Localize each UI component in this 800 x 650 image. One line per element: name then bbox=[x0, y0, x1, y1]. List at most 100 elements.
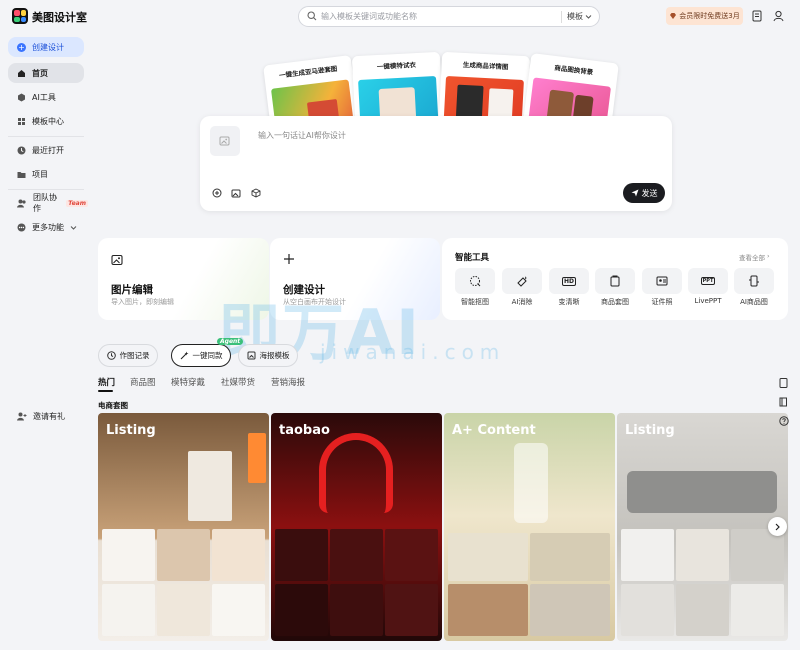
image-add-icon bbox=[219, 135, 231, 147]
create-design-card[interactable]: 创建设计 从空白画布开始设计 bbox=[270, 238, 440, 320]
view-all-link[interactable]: 查看全部 › bbox=[739, 252, 770, 262]
tool-live-ppt[interactable]: PPT LivePPT bbox=[688, 268, 728, 305]
active-tab-indicator bbox=[98, 390, 113, 392]
book-icon[interactable] bbox=[774, 392, 793, 411]
sidebar-item-recent[interactable]: 最近打开 bbox=[8, 140, 84, 160]
sidebar-item-team[interactable]: 团队协作 Team bbox=[8, 193, 88, 213]
gallery-next-button[interactable] bbox=[768, 517, 787, 536]
search-input[interactable] bbox=[321, 10, 551, 23]
template-icon bbox=[17, 117, 26, 126]
chevron-right-icon: › bbox=[767, 252, 770, 260]
image-edit-subtitle: 导入图片，即刻编辑 bbox=[111, 298, 174, 306]
sidebar-divider bbox=[8, 189, 84, 190]
magic-wand-icon bbox=[180, 351, 189, 360]
document-icon[interactable] bbox=[752, 10, 763, 22]
vip-promo-button[interactable]: 会员限时免费送3月 bbox=[666, 7, 743, 25]
hero-card-label: 一键生成亚马逊套图 bbox=[278, 64, 338, 80]
eraser-icon bbox=[502, 268, 542, 294]
poster-icon bbox=[247, 351, 256, 360]
clock-icon bbox=[106, 351, 116, 360]
search-icon bbox=[307, 11, 317, 21]
vip-promo-label: 会员限时免费送3月 bbox=[679, 12, 740, 20]
tool-label: AI消除 bbox=[511, 298, 533, 306]
tool-ai-eraser[interactable]: AI消除 bbox=[502, 268, 542, 307]
template-card-title: Listing bbox=[106, 423, 156, 438]
help-icon[interactable] bbox=[774, 411, 793, 430]
document-icon[interactable] bbox=[774, 373, 793, 392]
tool-label: 智能抠图 bbox=[461, 298, 489, 306]
create-design-title: 创建设计 bbox=[283, 284, 325, 296]
sidebar-item-label: 首页 bbox=[32, 68, 48, 78]
ppt-icon: PPT bbox=[688, 268, 728, 294]
app-name: 美图设计室 bbox=[32, 11, 87, 24]
sidebar-divider bbox=[8, 136, 84, 137]
create-design-subtitle: 从空白画布开始设计 bbox=[283, 298, 346, 306]
sidebar-item-label: 团队协作 bbox=[33, 193, 57, 213]
search-scope-label: 模板 bbox=[567, 12, 583, 21]
send-button[interactable]: 发送 bbox=[623, 183, 665, 203]
tool-label: LivePPT bbox=[694, 297, 722, 305]
image-edit-card[interactable]: 图片编辑 导入图片，即刻编辑 bbox=[98, 238, 269, 320]
template-card[interactable]: A+ Content bbox=[444, 413, 615, 641]
template-card[interactable]: taobao bbox=[271, 413, 442, 641]
create-design-label: 创建设计 bbox=[32, 42, 64, 52]
hero-card-label: 商品图换背景 bbox=[553, 63, 594, 77]
tab-model-wear[interactable]: 模特穿戴 bbox=[171, 376, 205, 388]
template-card-title: A+ Content bbox=[452, 423, 536, 438]
sidebar-item-label: 项目 bbox=[32, 169, 48, 179]
tab-marketing-poster[interactable]: 营销海报 bbox=[271, 376, 305, 388]
tool-product-set[interactable]: 商品套图 bbox=[595, 268, 635, 307]
tab-hot[interactable]: 热门 bbox=[98, 376, 115, 388]
home-icon bbox=[17, 69, 26, 78]
pill-label: 海报模板 bbox=[259, 351, 290, 360]
sidebar-item-more[interactable]: 更多功能 bbox=[8, 217, 84, 237]
search-scope-select[interactable]: 模板 bbox=[567, 11, 592, 22]
chevron-right-icon bbox=[774, 523, 781, 531]
tool-label: 商品套图 bbox=[601, 298, 629, 306]
tool-id-photo[interactable]: 证件照 bbox=[642, 268, 682, 307]
image-edit-title: 图片编辑 bbox=[111, 284, 153, 296]
tool-label: 证件照 bbox=[651, 298, 673, 306]
image-upload-tile[interactable] bbox=[210, 126, 240, 156]
image-icon[interactable] bbox=[231, 188, 241, 198]
add-user-icon bbox=[17, 412, 27, 421]
image-edit-icon bbox=[111, 254, 123, 266]
chevron-down-icon bbox=[585, 13, 592, 20]
id-photo-icon bbox=[642, 268, 682, 294]
agent-badge: Agent bbox=[217, 338, 244, 345]
sidebar-item-invite[interactable]: 邀请有礼 bbox=[8, 406, 84, 426]
team-badge: Team bbox=[66, 199, 88, 207]
sidebar-item-label: AI工具 bbox=[32, 92, 56, 102]
section-title: 电商套图 bbox=[98, 401, 128, 410]
search-bar[interactable]: 模板 bbox=[298, 6, 600, 27]
sidebar-item-label: 模板中心 bbox=[32, 116, 64, 126]
sidebar-item-projects[interactable]: 项目 bbox=[8, 164, 84, 184]
app-logo[interactable] bbox=[12, 8, 28, 24]
tool-ai-product-image[interactable]: AI商品图 bbox=[734, 268, 774, 307]
create-design-button[interactable]: + 创建设计 bbox=[8, 37, 84, 57]
sidebar-item-label: 更多功能 bbox=[32, 222, 64, 232]
ai-prompt-box: 发送 bbox=[200, 116, 672, 211]
cube-icon[interactable] bbox=[251, 188, 261, 198]
sidebar-item-ai-tools[interactable]: AI工具 bbox=[8, 87, 84, 107]
one-click-same-style-button[interactable]: 一键同款 bbox=[171, 344, 231, 367]
diamond-icon bbox=[669, 12, 677, 20]
tab-social-commerce[interactable]: 社媒带货 bbox=[221, 376, 255, 388]
template-card[interactable]: Listing bbox=[617, 413, 788, 641]
sidebar-item-label: 邀请有礼 bbox=[33, 411, 65, 421]
tool-smart-cutout[interactable]: 智能抠图 bbox=[455, 268, 495, 307]
tab-product-image[interactable]: 商品图 bbox=[130, 376, 156, 388]
design-history-button[interactable]: 作图记录 bbox=[98, 344, 158, 367]
ai-prompt-input[interactable] bbox=[258, 128, 558, 142]
tool-enhance-hd[interactable]: HD 变清晰 bbox=[549, 268, 589, 307]
template-card[interactable]: Listing bbox=[98, 413, 269, 641]
add-circle-icon[interactable] bbox=[212, 188, 222, 198]
sidebar-item-label: 最近打开 bbox=[32, 145, 64, 155]
sidebar-item-home[interactable]: 首页 bbox=[8, 63, 84, 83]
sidebar-item-templates[interactable]: 模板中心 bbox=[8, 111, 84, 131]
user-icon[interactable] bbox=[773, 10, 784, 22]
search-divider bbox=[561, 11, 562, 23]
template-card-title: Listing bbox=[625, 423, 675, 438]
template-card-title: taobao bbox=[279, 423, 330, 438]
poster-template-button[interactable]: 海报模板 bbox=[238, 344, 298, 367]
